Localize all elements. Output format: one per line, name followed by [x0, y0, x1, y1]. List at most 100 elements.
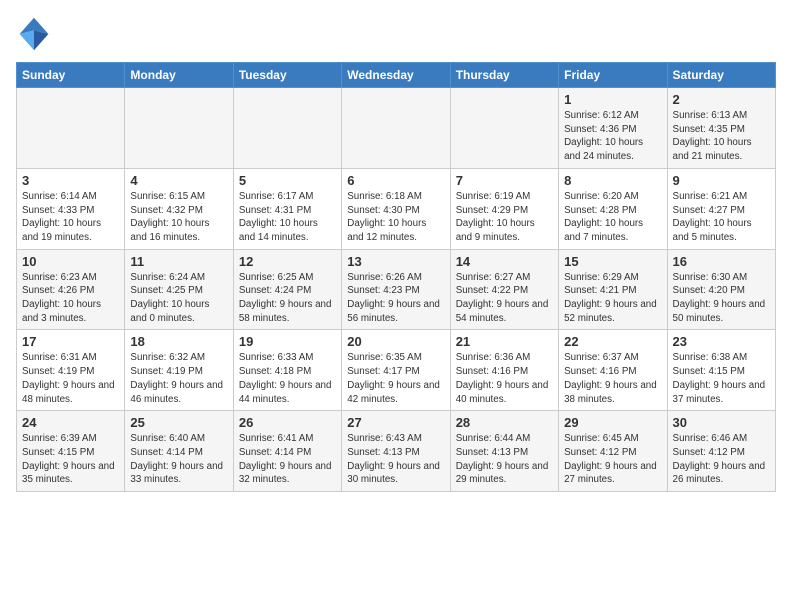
day-info: Sunrise: 6:40 AM Sunset: 4:14 PM Dayligh… — [130, 432, 227, 487]
day-info: Sunrise: 6:37 AM Sunset: 4:16 PM Dayligh… — [564, 351, 661, 406]
header-friday: Friday — [559, 63, 667, 88]
day-info: Sunrise: 6:27 AM Sunset: 4:22 PM Dayligh… — [456, 271, 553, 326]
calendar-header-row: SundayMondayTuesdayWednesdayThursdayFrid… — [17, 63, 776, 88]
calendar-cell: 4 Sunrise: 6:15 AM Sunset: 4:32 PM Daylig… — [125, 168, 233, 249]
day-info: Sunrise: 6:23 AM Sunset: 4:26 PM Dayligh… — [22, 271, 119, 326]
calendar-cell: 28Sunrise: 6:44 AM Sunset: 4:13 PM Dayli… — [450, 411, 558, 492]
day-number: 11 — [130, 254, 227, 269]
day-info: Sunrise: 6:12 AM Sunset: 4:36 PM Dayligh… — [564, 109, 661, 164]
calendar-cell: 11 Sunrise: 6:24 AM Sunset: 4:25 PM Dayli… — [125, 249, 233, 330]
calendar-week-2: 3 Sunrise: 6:14 AM Sunset: 4:33 PM Daylig… — [17, 168, 776, 249]
calendar-cell: 26 Sunrise: 6:41 AM Sunset: 4:14 PM Dayli… — [233, 411, 341, 492]
header-sunday: Sunday — [17, 63, 125, 88]
day-info: Sunrise: 6:18 AM Sunset: 4:30 PM Dayligh… — [347, 190, 444, 245]
day-number: 28 — [456, 415, 553, 430]
day-number: 4 — [130, 173, 227, 188]
day-info: Sunrise: 6:35 AM Sunset: 4:17 PM Dayligh… — [347, 351, 444, 406]
day-info: Sunrise: 6:20 AM Sunset: 4:28 PM Dayligh… — [564, 190, 661, 245]
day-info: Sunrise: 6:13 AM Sunset: 4:35 PM Dayligh… — [673, 109, 770, 164]
day-info: Sunrise: 6:43 AM Sunset: 4:13 PM Dayligh… — [347, 432, 444, 487]
header-thursday: Thursday — [450, 63, 558, 88]
calendar-cell: 8 Sunrise: 6:20 AM Sunset: 4:28 PM Daylig… — [559, 168, 667, 249]
day-info: Sunrise: 6:21 AM Sunset: 4:27 PM Dayligh… — [673, 190, 770, 245]
calendar-cell: 22 Sunrise: 6:37 AM Sunset: 4:16 PM Dayli… — [559, 330, 667, 411]
calendar-cell — [233, 88, 341, 169]
day-info: Sunrise: 6:29 AM Sunset: 4:21 PM Dayligh… — [564, 271, 661, 326]
calendar-cell: 14Sunrise: 6:27 AM Sunset: 4:22 PM Dayli… — [450, 249, 558, 330]
day-info: Sunrise: 6:15 AM Sunset: 4:32 PM Dayligh… — [130, 190, 227, 245]
page-header — [16, 16, 776, 52]
day-number: 27 — [347, 415, 444, 430]
day-info: Sunrise: 6:30 AM Sunset: 4:20 PM Dayligh… — [673, 271, 770, 326]
calendar-cell: 5 Sunrise: 6:17 AM Sunset: 4:31 PM Daylig… — [233, 168, 341, 249]
day-number: 5 — [239, 173, 336, 188]
logo — [16, 16, 56, 52]
day-info: Sunrise: 6:38 AM Sunset: 4:15 PM Dayligh… — [673, 351, 770, 406]
calendar-cell: 16 Sunrise: 6:30 AM Sunset: 4:20 PM Dayli… — [667, 249, 775, 330]
day-number: 3 — [22, 173, 119, 188]
header-monday: Monday — [125, 63, 233, 88]
header-saturday: Saturday — [667, 63, 775, 88]
calendar-cell: 13 Sunrise: 6:26 AM Sunset: 4:23 PM Dayli… — [342, 249, 450, 330]
calendar-cell: 18 Sunrise: 6:32 AM Sunset: 4:19 PM Dayli… — [125, 330, 233, 411]
calendar-week-5: 24Sunrise: 6:39 AM Sunset: 4:15 PM Dayli… — [17, 411, 776, 492]
calendar-cell: 3 Sunrise: 6:14 AM Sunset: 4:33 PM Daylig… — [17, 168, 125, 249]
calendar-cell: 29 Sunrise: 6:45 AM Sunset: 4:12 PM Dayli… — [559, 411, 667, 492]
calendar-cell: 27 Sunrise: 6:43 AM Sunset: 4:13 PM Dayli… — [342, 411, 450, 492]
calendar-cell: 9 Sunrise: 6:21 AM Sunset: 4:27 PM Daylig… — [667, 168, 775, 249]
day-info: Sunrise: 6:17 AM Sunset: 4:31 PM Dayligh… — [239, 190, 336, 245]
calendar-cell: 23Sunrise: 6:38 AM Sunset: 4:15 PM Dayli… — [667, 330, 775, 411]
calendar-cell: 21Sunrise: 6:36 AM Sunset: 4:16 PM Dayli… — [450, 330, 558, 411]
calendar-cell: 25 Sunrise: 6:40 AM Sunset: 4:14 PM Dayli… — [125, 411, 233, 492]
day-info: Sunrise: 6:41 AM Sunset: 4:14 PM Dayligh… — [239, 432, 336, 487]
calendar-cell: 2 Sunrise: 6:13 AM Sunset: 4:35 PM Daylig… — [667, 88, 775, 169]
calendar-cell — [17, 88, 125, 169]
day-number: 8 — [564, 173, 661, 188]
calendar-cell: 30 Sunrise: 6:46 AM Sunset: 4:12 PM Dayli… — [667, 411, 775, 492]
day-info: Sunrise: 6:26 AM Sunset: 4:23 PM Dayligh… — [347, 271, 444, 326]
calendar-cell: 6 Sunrise: 6:18 AM Sunset: 4:30 PM Daylig… — [342, 168, 450, 249]
day-number: 17 — [22, 334, 119, 349]
calendar-cell: 1Sunrise: 6:12 AM Sunset: 4:36 PM Daylig… — [559, 88, 667, 169]
calendar-cell: 17 Sunrise: 6:31 AM Sunset: 4:19 PM Dayli… — [17, 330, 125, 411]
logo-icon — [16, 16, 52, 52]
day-info: Sunrise: 6:31 AM Sunset: 4:19 PM Dayligh… — [22, 351, 119, 406]
day-number: 26 — [239, 415, 336, 430]
day-info: Sunrise: 6:14 AM Sunset: 4:33 PM Dayligh… — [22, 190, 119, 245]
day-number: 30 — [673, 415, 770, 430]
day-number: 2 — [673, 92, 770, 107]
calendar-cell — [450, 88, 558, 169]
day-info: Sunrise: 6:46 AM Sunset: 4:12 PM Dayligh… — [673, 432, 770, 487]
day-number: 20 — [347, 334, 444, 349]
day-info: Sunrise: 6:45 AM Sunset: 4:12 PM Dayligh… — [564, 432, 661, 487]
day-number: 6 — [347, 173, 444, 188]
header-tuesday: Tuesday — [233, 63, 341, 88]
day-number: 9 — [673, 173, 770, 188]
calendar-table: SundayMondayTuesdayWednesdayThursdayFrid… — [16, 62, 776, 492]
day-info: Sunrise: 6:36 AM Sunset: 4:16 PM Dayligh… — [456, 351, 553, 406]
day-info: Sunrise: 6:25 AM Sunset: 4:24 PM Dayligh… — [239, 271, 336, 326]
day-info: Sunrise: 6:39 AM Sunset: 4:15 PM Dayligh… — [22, 432, 119, 487]
calendar-week-1: 1Sunrise: 6:12 AM Sunset: 4:36 PM Daylig… — [17, 88, 776, 169]
day-number: 29 — [564, 415, 661, 430]
calendar-cell: 12 Sunrise: 6:25 AM Sunset: 4:24 PM Dayli… — [233, 249, 341, 330]
calendar-cell: 20 Sunrise: 6:35 AM Sunset: 4:17 PM Dayli… — [342, 330, 450, 411]
day-number: 12 — [239, 254, 336, 269]
calendar-cell — [125, 88, 233, 169]
calendar-week-3: 10 Sunrise: 6:23 AM Sunset: 4:26 PM Dayli… — [17, 249, 776, 330]
day-number: 10 — [22, 254, 119, 269]
day-number: 18 — [130, 334, 227, 349]
calendar-cell — [342, 88, 450, 169]
day-info: Sunrise: 6:32 AM Sunset: 4:19 PM Dayligh… — [130, 351, 227, 406]
day-number: 13 — [347, 254, 444, 269]
day-info: Sunrise: 6:24 AM Sunset: 4:25 PM Dayligh… — [130, 271, 227, 326]
day-number: 25 — [130, 415, 227, 430]
day-number: 7 — [456, 173, 553, 188]
day-number: 22 — [564, 334, 661, 349]
calendar-cell: 10 Sunrise: 6:23 AM Sunset: 4:26 PM Dayli… — [17, 249, 125, 330]
day-number: 16 — [673, 254, 770, 269]
day-number: 19 — [239, 334, 336, 349]
header-wednesday: Wednesday — [342, 63, 450, 88]
calendar-week-4: 17 Sunrise: 6:31 AM Sunset: 4:19 PM Dayli… — [17, 330, 776, 411]
calendar-cell: 19Sunrise: 6:33 AM Sunset: 4:18 PM Dayli… — [233, 330, 341, 411]
